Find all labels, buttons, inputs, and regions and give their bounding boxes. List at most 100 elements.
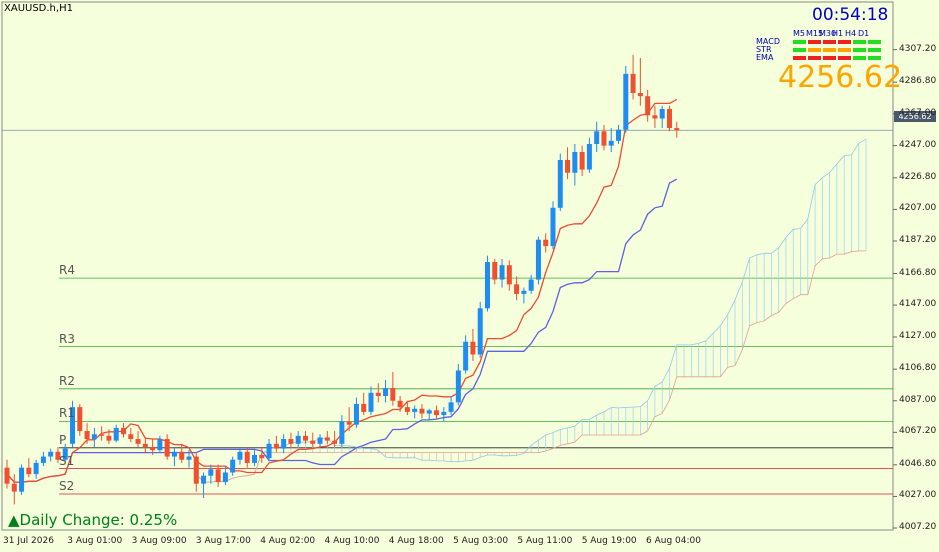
- candle-body: [368, 392, 374, 412]
- candle-body: [397, 400, 403, 408]
- candle-body: [499, 265, 505, 280]
- price-tick-label: 4166.80: [899, 267, 937, 278]
- candle-body: [84, 431, 90, 440]
- candle-body: [652, 115, 658, 119]
- candle-body: [383, 387, 389, 396]
- price-tick-label: 4226.80: [899, 171, 937, 182]
- candle-body: [514, 284, 520, 294]
- candle-body: [455, 370, 461, 403]
- candle-body: [339, 421, 345, 444]
- pivot-label-r2: R2: [59, 373, 75, 388]
- time-tick-label: 4 Aug 18:00: [388, 536, 444, 546]
- price-tick-label: 4147.00: [899, 299, 937, 310]
- candle-body: [259, 454, 265, 459]
- signal-cell: [838, 48, 851, 52]
- signal-cell: [868, 48, 881, 52]
- signal-cell: [853, 56, 866, 60]
- price-tick-label: 4247.00: [899, 139, 937, 150]
- price-tick-label: 4046.80: [899, 458, 937, 469]
- candle-body: [572, 151, 578, 173]
- candle-body: [586, 144, 592, 170]
- candle-body: [346, 421, 352, 425]
- time-tick-label: 4 Aug 10:00: [324, 536, 380, 546]
- time-tick-label: 3 Aug 09:00: [131, 536, 187, 546]
- candle-body: [252, 454, 258, 463]
- candle-body: [295, 435, 301, 444]
- candle-body: [419, 408, 425, 414]
- candle-body: [113, 427, 119, 441]
- candle-body: [19, 467, 25, 492]
- candle-body: [128, 434, 134, 440]
- candle-body: [659, 108, 665, 119]
- candle-body: [477, 308, 483, 355]
- candle-countdown: 00:54:18: [812, 5, 889, 25]
- candle-body: [135, 439, 141, 444]
- candle-body: [674, 128, 680, 131]
- candle-body: [222, 472, 228, 483]
- current-price-display: 4256.62: [778, 60, 903, 95]
- time-tick-label: 3 Aug 01:00: [67, 536, 123, 546]
- signal-cell: [793, 56, 806, 60]
- price-tick-label: 4267.00: [899, 107, 937, 118]
- signal-cell: [853, 48, 866, 52]
- candle-body: [448, 402, 454, 412]
- timeframe-label: D1: [858, 29, 870, 38]
- symbol-label: XAUUSD.h,H1: [4, 3, 73, 14]
- candle-body: [157, 439, 163, 451]
- price-tick-label: 4207.00: [899, 203, 937, 214]
- candle-body: [48, 451, 54, 457]
- plot-area: [1, 1, 894, 531]
- candle-body: [565, 159, 571, 173]
- price-tick-label: 4027.00: [899, 490, 937, 501]
- candle-body: [288, 439, 294, 444]
- indicator-row-label: EMA: [756, 53, 774, 62]
- candle-body: [601, 131, 607, 146]
- candle-body: [266, 443, 272, 459]
- timeframe-label: H4: [845, 29, 857, 38]
- candle-body: [353, 403, 359, 425]
- price-tick-label: 4067.20: [899, 426, 937, 437]
- price-tick-label: 4106.80: [899, 363, 937, 374]
- candle-body: [470, 341, 476, 355]
- candle-body: [11, 483, 17, 492]
- up-arrow-icon: ▲: [8, 511, 20, 529]
- candle-body: [543, 239, 549, 247]
- candle-body: [273, 443, 279, 449]
- candle-body: [637, 92, 643, 97]
- candle-body: [332, 440, 338, 444]
- candle-body: [193, 456, 199, 484]
- candle-body: [230, 459, 236, 473]
- signal-cell: [868, 40, 881, 44]
- candle-body: [484, 262, 490, 309]
- pivot-label-s1: S1: [59, 453, 75, 468]
- candle-body: [528, 279, 534, 291]
- candle-body: [404, 407, 410, 412]
- candle-body: [99, 434, 105, 436]
- candle-body: [317, 437, 323, 444]
- time-tick-label: 3 Aug 17:00: [195, 536, 251, 546]
- candle-body: [666, 108, 672, 129]
- signal-cell: [793, 40, 806, 44]
- candle-body: [179, 451, 185, 460]
- candle-body: [434, 410, 440, 416]
- candle-body: [630, 73, 636, 93]
- candle-body: [579, 151, 585, 170]
- candle-body: [142, 443, 148, 447]
- daily-change: ▲Daily Change: 0.25%: [8, 511, 177, 529]
- candle-body: [463, 341, 469, 371]
- pivot-label-p: P: [59, 432, 67, 447]
- time-tick-label: 5 Aug 03:00: [453, 536, 509, 546]
- candle-body: [426, 410, 432, 414]
- candle-body: [390, 387, 396, 401]
- candle-body: [616, 129, 622, 141]
- price-tick-label: 4087.00: [899, 394, 937, 405]
- price-tick-label: 4127.00: [899, 330, 937, 341]
- daily-change-value: 0.25%: [129, 511, 178, 529]
- candle-body: [492, 262, 498, 280]
- signal-cell: [808, 48, 821, 52]
- candle-body: [186, 456, 192, 460]
- time-tick-label: 5 Aug 19:00: [581, 536, 637, 546]
- candle-body: [215, 469, 221, 483]
- candle-body: [375, 392, 381, 396]
- candle-body: [645, 96, 651, 116]
